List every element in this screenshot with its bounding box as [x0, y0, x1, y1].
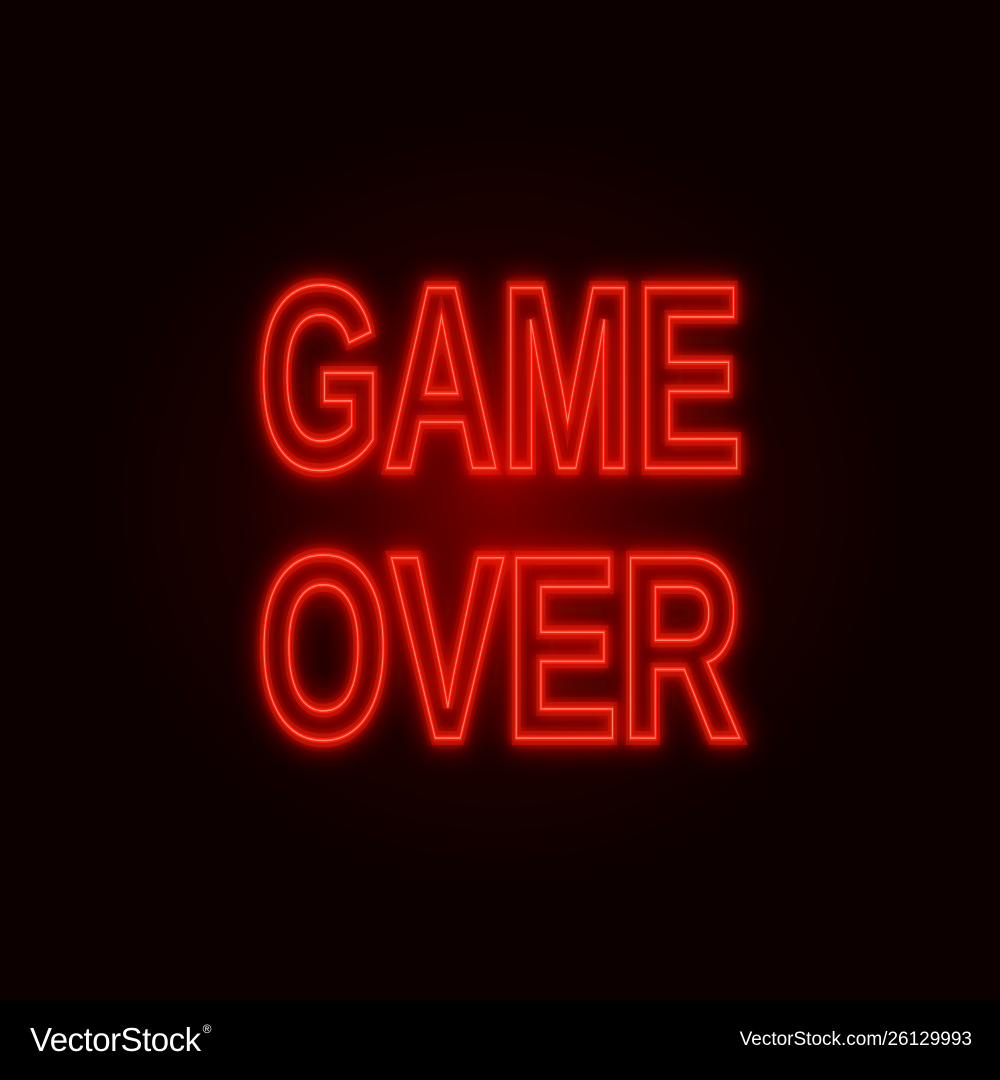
watermark-bar: VectorStock ® VectorStock.com/26129993	[0, 1000, 1000, 1080]
vectorstock-logo: VectorStock ®	[30, 1021, 211, 1059]
game-over-line2-core: OVER	[257, 501, 743, 794]
brand-name: VectorStock	[30, 1021, 201, 1058]
game-over-line1-core: GAME	[257, 231, 743, 524]
game-over-screen: GAME OVER GAME OVER GAME OVER	[0, 0, 1000, 1000]
stock-image-id: VectorStock.com/26129993	[739, 1029, 972, 1050]
registered-mark: ®	[202, 1022, 212, 1036]
neon-sign: GAME OVER GAME OVER GAME OVER	[250, 224, 750, 801]
